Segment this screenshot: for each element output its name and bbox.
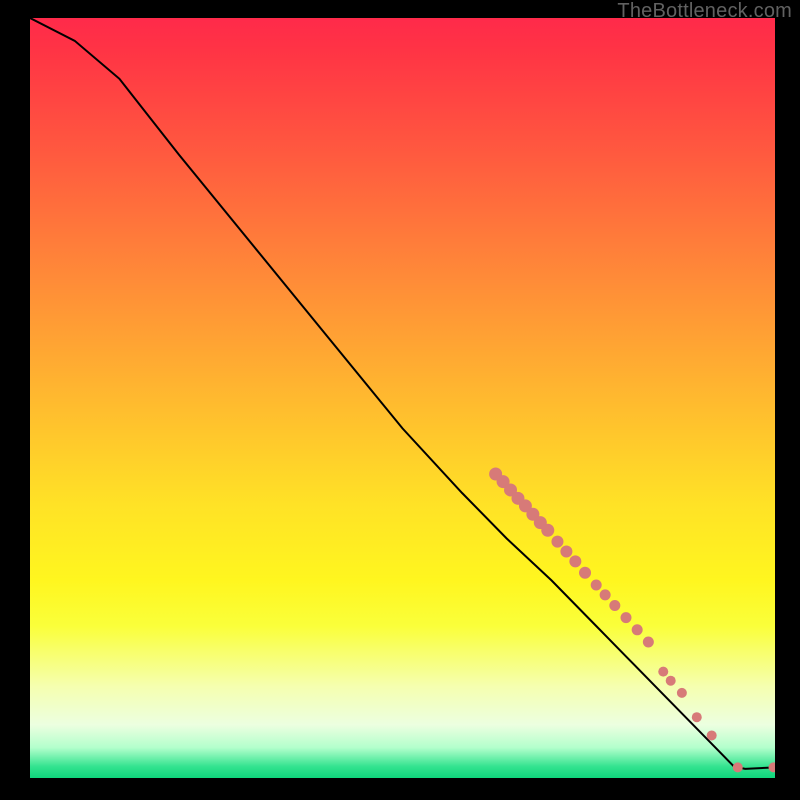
data-marker — [707, 730, 717, 740]
plot-area — [30, 18, 775, 778]
data-marker — [632, 624, 643, 635]
data-marker — [677, 688, 687, 698]
data-marker — [541, 524, 554, 537]
chart-frame: TheBottleneck.com — [0, 0, 800, 800]
data-marker — [666, 676, 676, 686]
data-marker — [551, 536, 563, 548]
data-marker — [600, 589, 611, 600]
watermark-text: TheBottleneck.com — [617, 0, 792, 23]
data-marker — [579, 567, 591, 579]
data-marker — [560, 546, 572, 558]
data-marker — [609, 600, 620, 611]
data-marker — [621, 612, 632, 623]
data-marker — [692, 712, 702, 722]
data-marker — [591, 579, 602, 590]
data-marker — [769, 762, 775, 772]
data-marker — [733, 762, 743, 772]
data-marker — [643, 636, 654, 647]
data-marker — [658, 667, 668, 677]
bottleneck-curve — [30, 18, 775, 769]
data-marker — [569, 555, 581, 567]
curve-layer — [30, 18, 775, 778]
